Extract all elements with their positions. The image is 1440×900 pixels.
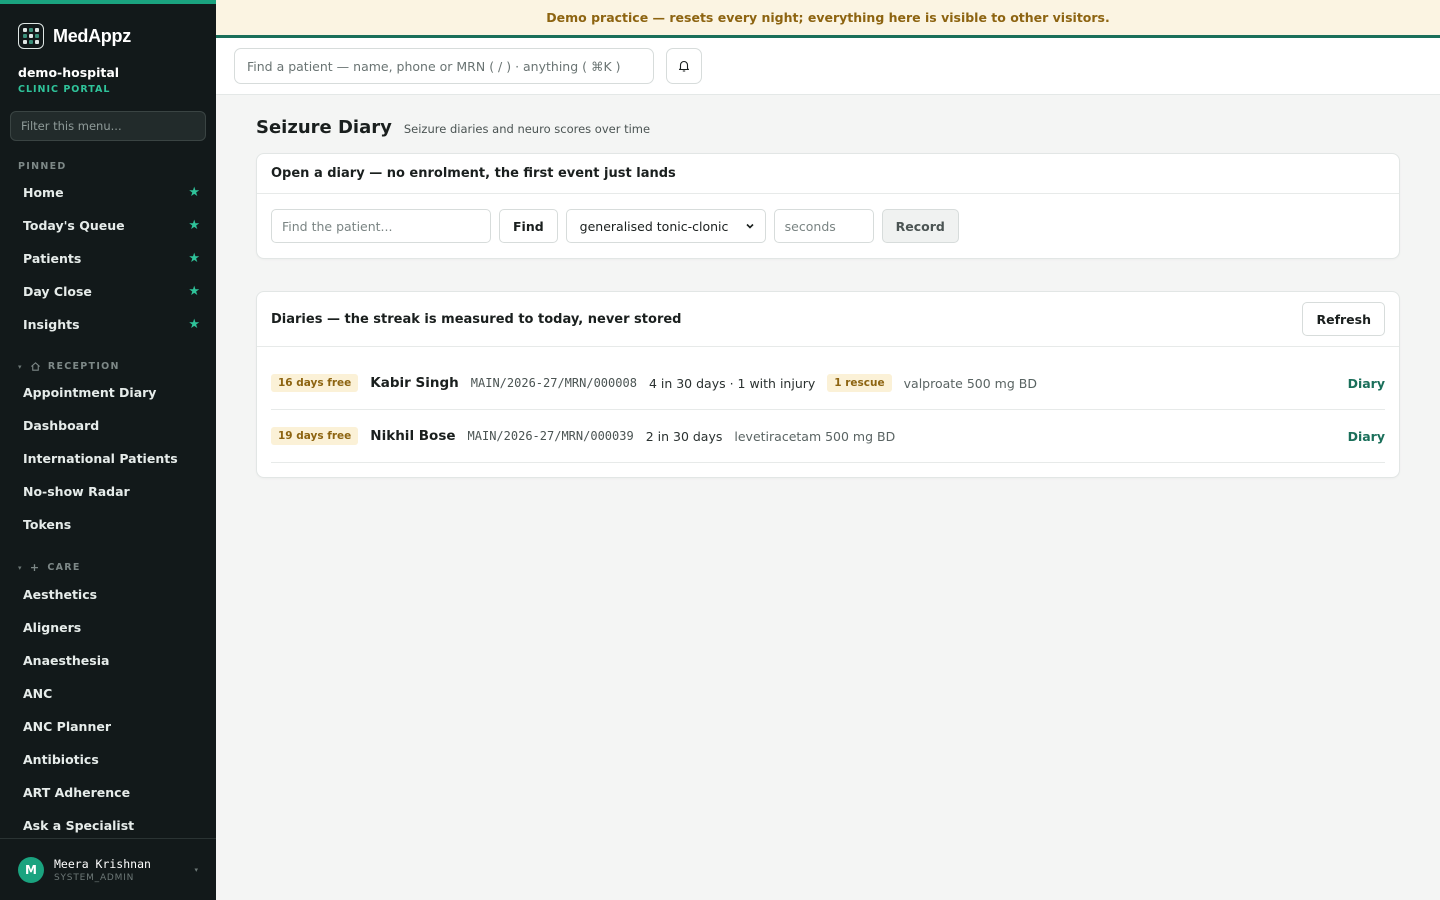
tenant-name: demo-hospital (18, 65, 120, 80)
sidebar-item-anc-planner[interactable]: ANC Planner (0, 710, 216, 743)
sidebar-item-antibiotics[interactable]: Antibiotics (0, 743, 216, 776)
open-diary-card-title: Open a diary — no enrolment, the first e… (257, 154, 1399, 194)
star-icon[interactable]: ★ (188, 317, 200, 332)
diaries-card: Diaries — the streak is measured to toda… (256, 291, 1400, 478)
pinned-section-label: PINNED (18, 161, 67, 172)
patient-name: Kabir Singh (370, 375, 459, 391)
home-icon (30, 362, 40, 371)
page-title: Seizure Diary (256, 117, 392, 138)
open-diary-card: Open a diary — no enrolment, the first e… (256, 153, 1400, 259)
sidebar-item-appointment-diary[interactable]: Appointment Diary (0, 376, 216, 409)
sidebar-item-anc[interactable]: ANC (0, 677, 216, 710)
main: Demo practice — resets every night; ever… (216, 0, 1440, 900)
sidebar-item-international-patients[interactable]: International Patients (0, 442, 216, 475)
chevron-down-icon (746, 223, 754, 229)
caret-down-icon: ▾ (18, 563, 23, 572)
star-icon[interactable]: ★ (188, 185, 200, 200)
sidebar-item-insights[interactable]: Insights ★ (0, 308, 216, 341)
sidebar-item-aligners[interactable]: Aligners (0, 611, 216, 644)
star-icon[interactable]: ★ (188, 284, 200, 299)
streak-badge: 16 days free (271, 374, 359, 392)
bell-icon (678, 60, 690, 72)
refresh-button[interactable]: Refresh (1302, 302, 1385, 336)
page-subtitle: Seizure diaries and neuro scores over ti… (403, 122, 651, 136)
sidebar-item-anaesthesia[interactable]: Anaesthesia (0, 644, 216, 677)
plus-icon: + (29, 561, 41, 574)
streak-badge: 19 days free (271, 427, 359, 445)
sidebar-item-patients[interactable]: Patients ★ (0, 242, 216, 275)
user-name: Meera Krishnan (54, 856, 151, 871)
table-row: 16 days free Kabir Singh MAIN/2026-27/MR… (271, 357, 1385, 410)
user-menu[interactable]: M Meera Krishnan SYSTEM_ADMIN ▾ (0, 838, 216, 900)
logo-icon (18, 23, 44, 49)
patient-mrn: MAIN/2026-27/MRN/000008 (470, 376, 637, 390)
user-info: Meera Krishnan SYSTEM_ADMIN (54, 857, 151, 883)
diaries-card-header: Diaries — the streak is measured to toda… (257, 292, 1399, 347)
sidebar-item-aesthetics[interactable]: Aesthetics (0, 578, 216, 611)
tenant-subtitle: CLINIC PORTAL (18, 84, 111, 95)
find-button[interactable]: Find (499, 209, 558, 243)
brand-name: MedAppz (53, 25, 131, 46)
sidebar-item-day-close[interactable]: Day Close ★ (0, 275, 216, 308)
diary-link[interactable]: Diary (1348, 429, 1385, 444)
diary-link[interactable]: Diary (1348, 376, 1385, 391)
sidebar-item-dashboard[interactable]: Dashboard (0, 409, 216, 442)
diary-list: 16 days free Kabir Singh MAIN/2026-27/MR… (257, 347, 1399, 477)
care-section-label[interactable]: ▾ + CARE (0, 561, 216, 574)
tenant: demo-hospital CLINIC PORTAL (0, 54, 216, 95)
diaries-card-title: Diaries — the streak is measured to toda… (271, 311, 682, 327)
sidebar-item-art-adherence[interactable]: ART Adherence (0, 776, 216, 809)
menu-filter-input[interactable]: Filter this menu... (10, 111, 206, 141)
seizure-type-value: generalised tonic-clonic (579, 218, 729, 234)
demo-banner: Demo practice — resets every night; ever… (216, 0, 1440, 38)
page-header: Seizure Diary Seizure diaries and neuro … (256, 117, 1400, 138)
star-icon[interactable]: ★ (188, 218, 200, 233)
open-diary-form: Find the patient... Find generalised ton… (257, 194, 1399, 258)
sidebar-item-no-show-radar[interactable]: No-show Radar (0, 475, 216, 508)
record-button[interactable]: Record (881, 209, 959, 243)
event-summary: 2 in 30 days (645, 428, 723, 444)
star-icon[interactable]: ★ (188, 251, 200, 266)
avatar: M (18, 856, 44, 883)
patient-name: Nikhil Bose (370, 428, 456, 444)
event-summary: 4 in 30 days · 1 with injury (648, 375, 816, 391)
sidebar-item-todays-queue[interactable]: Today's Queue ★ (0, 209, 216, 242)
chevron-down-icon[interactable]: ▾ (194, 866, 198, 874)
medication: levetiracetam 500 mg BD (734, 428, 896, 444)
medication: valproate 500 mg BD (903, 375, 1037, 391)
user-role: SYSTEM_ADMIN (54, 872, 135, 883)
caret-down-icon: ▾ (18, 362, 23, 371)
reception-section-label[interactable]: ▾ RECEPTION (0, 361, 216, 372)
brand[interactable]: MedAppz (0, 4, 216, 54)
content: Seizure Diary Seizure diaries and neuro … (216, 117, 1440, 478)
pinned-list: Home ★ Today's Queue ★ Patients ★ Day Close… (0, 176, 216, 341)
sidebar-item-home[interactable]: Home ★ (0, 176, 216, 209)
notifications-button[interactable] (666, 48, 702, 84)
patient-find-input[interactable]: Find the patient... (271, 209, 491, 243)
sidebar: MedAppz demo-hospital CLINIC PORTAL Filt… (0, 0, 216, 900)
seizure-type-select[interactable]: generalised tonic-clonic (565, 209, 766, 243)
seconds-input[interactable]: seconds (773, 209, 874, 243)
rescue-badge: 1 rescue (827, 374, 892, 392)
patient-mrn: MAIN/2026-27/MRN/000039 (467, 429, 634, 443)
topbar: Find a patient — name, phone or MRN ( / … (216, 38, 1440, 95)
sidebar-item-tokens[interactable]: Tokens (0, 508, 216, 541)
patient-search-input[interactable]: Find a patient — name, phone or MRN ( / … (234, 48, 654, 84)
table-row: 19 days free Nikhil Bose MAIN/2026-27/MR… (271, 410, 1385, 463)
